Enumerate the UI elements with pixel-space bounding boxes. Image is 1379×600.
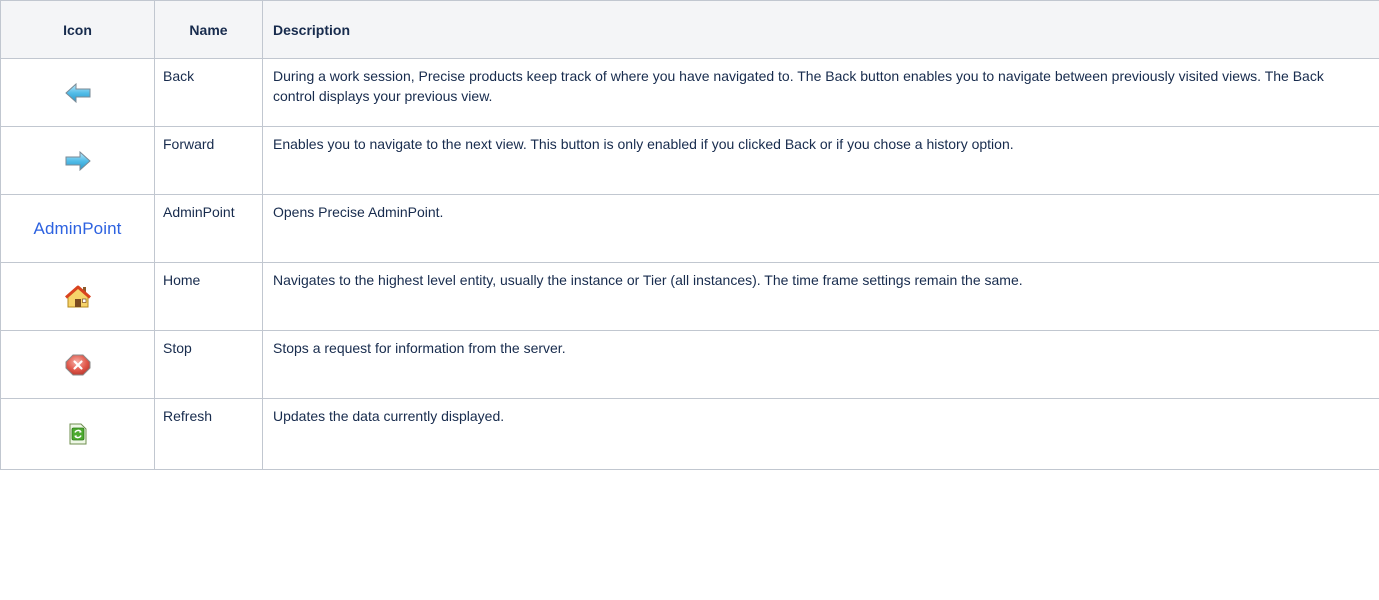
icon-cell xyxy=(0,262,155,331)
icon-cell xyxy=(0,398,155,470)
row-name: Home xyxy=(154,262,263,331)
icon-cell: AdminPoint xyxy=(0,194,155,263)
icon-cell xyxy=(0,126,155,195)
table-row: AdminPoint AdminPoint Opens Precise Admi… xyxy=(0,194,1379,263)
row-description: Updates the data currently displayed. xyxy=(262,398,1379,470)
home-icon xyxy=(64,285,91,307)
header-row: Icon Name Description xyxy=(0,0,1379,59)
row-name: Stop xyxy=(154,330,263,399)
header-icon: Icon xyxy=(0,0,155,59)
icon-cell xyxy=(0,330,155,399)
refresh-icon xyxy=(69,423,86,445)
table-header: Icon Name Description xyxy=(0,0,1379,59)
row-description: Navigates to the highest level entity, u… xyxy=(262,262,1379,331)
row-description: During a work session, Precise products … xyxy=(262,58,1379,127)
row-description: Opens Precise AdminPoint. xyxy=(262,194,1379,263)
table-row: Stop Stops a request for information fro… xyxy=(0,330,1379,399)
row-description: Stops a request for information from the… xyxy=(262,330,1379,399)
adminpoint-logo: AdminPoint xyxy=(33,218,122,238)
row-description: Enables you to navigate to the next view… xyxy=(262,126,1379,195)
row-name: AdminPoint xyxy=(154,194,263,263)
stop-icon xyxy=(65,354,90,376)
header-name: Name xyxy=(154,0,263,59)
table-row: Forward Enables you to navigate to the n… xyxy=(0,126,1379,195)
row-name: Back xyxy=(154,58,263,127)
row-name: Refresh xyxy=(154,398,263,470)
toolbar-icons-table: Icon Name Description Back During a work… xyxy=(0,0,1379,470)
row-name: Forward xyxy=(154,126,263,195)
table-row: Refresh Updates the data currently displ… xyxy=(0,398,1379,470)
forward-arrow-icon xyxy=(65,151,91,172)
header-description: Description xyxy=(262,0,1379,59)
back-arrow-icon xyxy=(64,83,90,104)
table-row: Home Navigates to the highest level enti… xyxy=(0,262,1379,331)
icon-cell xyxy=(0,58,155,127)
table-row: Back During a work session, Precise prod… xyxy=(0,58,1379,127)
